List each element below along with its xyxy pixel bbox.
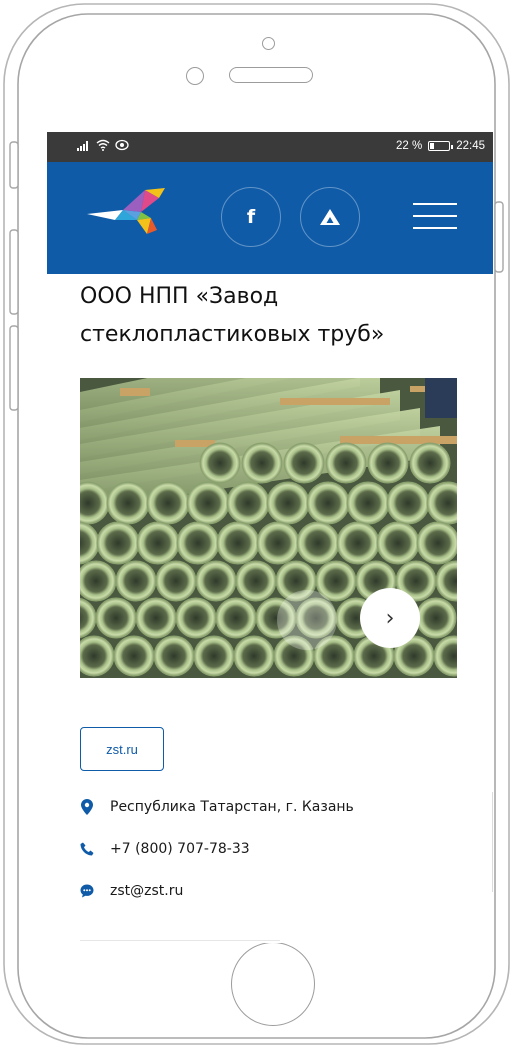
pipe-end (113, 635, 155, 677)
triangle-social-button[interactable] (300, 187, 360, 247)
section-divider (80, 940, 280, 941)
pipe-end (296, 521, 340, 565)
facebook-icon: f (246, 206, 256, 228)
pipe-end (195, 560, 237, 602)
battery-tip (451, 144, 454, 149)
status-icons (77, 139, 129, 151)
slider-prev-button[interactable] (277, 590, 337, 650)
pipe-end (386, 481, 430, 525)
pipe-end (155, 560, 197, 602)
pipe-end (80, 635, 115, 677)
pipe-end (96, 521, 140, 565)
site-header: f (47, 162, 493, 274)
pipe-end (367, 442, 409, 484)
pipe-end (256, 521, 300, 565)
camera-sensor (262, 37, 275, 50)
battery-icon (428, 141, 454, 151)
hamburger-icon[interactable] (413, 203, 457, 229)
earpiece-speaker (229, 67, 313, 83)
hamburger-line (413, 215, 457, 217)
pipe-end (95, 597, 137, 639)
phone-screen: 22 % 22:45 f ООО НПП «Завод стеклопласти… (47, 132, 493, 943)
slider-next-button[interactable]: › (360, 588, 420, 648)
pipe-end (226, 481, 270, 525)
phone-text: +7 (800) 707-78-33 (110, 841, 250, 857)
phone-icon (80, 841, 94, 857)
home-button[interactable] (231, 942, 315, 1026)
eye-icon (115, 139, 129, 151)
chat-bubble-icon (80, 883, 94, 899)
clock: 22:45 (456, 140, 485, 152)
location-pin-icon (80, 799, 94, 815)
hamburger-line (413, 203, 457, 205)
facebook-button[interactable]: f (221, 187, 281, 247)
chevron-right-icon: › (385, 605, 395, 631)
pipe-end (306, 481, 350, 525)
pipe-end (415, 597, 457, 639)
pipe-end (409, 442, 451, 484)
pipe-end (153, 635, 195, 677)
pipe-end (235, 560, 277, 602)
contact-phone[interactable]: +7 (800) 707-78-33 (80, 841, 250, 857)
pipe-end (215, 597, 257, 639)
status-right: 22 % 22:45 (396, 140, 485, 152)
battery-fill (430, 143, 435, 149)
bird-logo[interactable] (85, 184, 171, 240)
email-text: zst@zst.ru (110, 883, 184, 899)
pipe-end (233, 635, 275, 677)
status-bar: 22 % 22:45 (47, 132, 493, 162)
pipe-end (115, 560, 157, 602)
front-camera (186, 67, 204, 85)
company-title: ООО НПП «Завод стеклопластиковых труб» (80, 284, 385, 347)
pipe-end (175, 597, 217, 639)
hamburger-line (413, 227, 457, 229)
pipe-end (193, 635, 235, 677)
battery-percent: 22 % (396, 140, 423, 152)
pipe-end (266, 481, 310, 525)
pipe-end (216, 521, 260, 565)
pipe-end (186, 481, 230, 525)
triangle-icon (320, 209, 340, 225)
pipe-end (346, 481, 390, 525)
pipe-end (199, 442, 241, 484)
pipe-end (416, 521, 457, 565)
website-button[interactable]: zst.ru (80, 727, 164, 771)
pipe-end (325, 442, 367, 484)
address-text: Республика Татарстан, г. Казань (110, 799, 354, 815)
pipe-end (146, 481, 190, 525)
pipe-end (136, 521, 180, 565)
contact-email[interactable]: zst@zst.ru (80, 883, 183, 899)
pipe-end (283, 442, 325, 484)
contact-address: Республика Татарстан, г. Казань (80, 799, 354, 815)
signal-icon (77, 140, 88, 151)
pipe-end (106, 481, 150, 525)
pipe-end (376, 521, 420, 565)
pipe-end (241, 442, 283, 484)
pipe-end (135, 597, 177, 639)
pipe-end (80, 560, 117, 602)
scroll-edge (492, 792, 493, 892)
pipe-end (176, 521, 220, 565)
pipe-end (336, 521, 380, 565)
wifi-icon (96, 139, 110, 151)
